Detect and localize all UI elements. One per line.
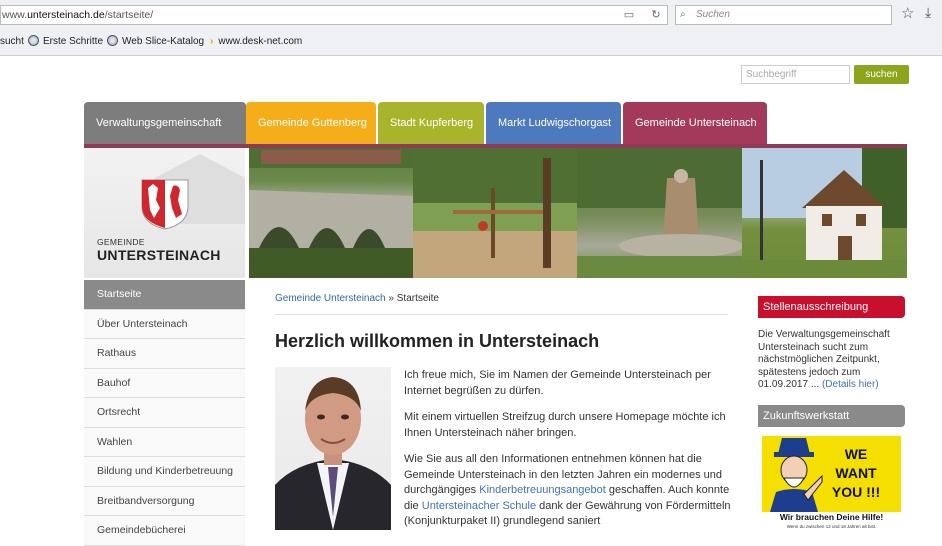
browser-search-placeholder: Suchen <box>696 9 730 20</box>
poster-subtitle: Wir brauchen Deine Hilfe! <box>779 512 884 522</box>
browser-search-input[interactable]: ⌕ Suchen <box>675 5 892 25</box>
url-path: /startseite/ <box>104 9 154 21</box>
link-untersteinacher-schule[interactable]: Untersteinacher Schule <box>422 500 536 512</box>
favorite-label: Erste Schritte <box>43 36 104 47</box>
tab-gemeinde-guttenberg[interactable]: Gemeinde Guttenberg <box>246 102 376 144</box>
favorite-label: sucht <box>0 36 24 47</box>
favorite-item[interactable]: › www.desk-net.com <box>210 31 302 53</box>
link-kinderbetreuungsangebot[interactable]: Kinderbetreuungsangebot <box>479 484 606 496</box>
url-host: untersteinach.de <box>27 9 105 21</box>
logo-untersteinach-text: UNTERSTEINACH <box>97 247 221 263</box>
favorite-label: Web Slice-Katalog <box>122 36 205 47</box>
page-title: Herzlich willkommen in Untersteinach <box>275 331 600 351</box>
sidebar-item-breitband[interactable]: Breitbandversorgung <box>84 486 245 516</box>
logo-gemeinde-text: GEMEINDE <box>97 237 145 247</box>
globe-icon <box>28 35 39 46</box>
favorites-bar: sucht Erste Schritte Web Slice-Katalog ›… <box>0 31 942 53</box>
divider <box>275 314 728 315</box>
search-icon: ⌕ <box>680 9 686 20</box>
tab-stadt-kupferberg[interactable]: Stadt Kupferberg <box>378 102 484 144</box>
header-photo-playground <box>413 148 577 278</box>
url-prefix: www. <box>2 9 28 21</box>
tab-gemeinde-untersteinach[interactable]: Gemeinde Untersteinach <box>623 102 767 144</box>
poster-line-want: WANT <box>835 465 877 481</box>
mayor-portrait <box>275 367 391 530</box>
address-bar[interactable]: www.untersteinach.de/startseite/ ▭ ↻ <box>0 5 668 25</box>
intro-paragraph-2: Mit einem virtuellen Streifzug durch uns… <box>404 411 726 439</box>
sidebar-item-ueber-untersteinach[interactable]: Über Untersteinach <box>84 309 245 339</box>
reader-view-icon[interactable]: ▭ <box>621 8 637 22</box>
breadcrumb-separator: » <box>385 293 397 304</box>
tab-markt-ludwigschorgast[interactable]: Markt Ludwigschorgast <box>486 102 621 144</box>
zukunftswerkstatt-heading: Zukunftswerkstatt <box>758 405 905 427</box>
favorite-item[interactable]: sucht <box>0 31 24 53</box>
site-search-button[interactable]: suchen <box>854 65 909 84</box>
sidebar-item-gemeindebuecherei[interactable]: Gemeindebücherei <box>84 516 245 546</box>
sidebar-item-startseite[interactable]: Startseite <box>84 280 245 310</box>
sidebar-item-rathaus[interactable]: Rathaus <box>84 339 245 369</box>
sidebar-item-bauhof[interactable]: Bauhof <box>84 368 245 398</box>
details-link[interactable]: (Details hier) <box>822 379 879 390</box>
stellenausschreibung-heading: Stellenausschreibung <box>758 296 905 318</box>
intro-paragraph-1: Ich freue mich, Sie im Namen der Gemeind… <box>404 369 711 397</box>
header-photo-bridge <box>249 148 413 278</box>
favorite-item[interactable]: Web Slice-Katalog <box>107 31 204 53</box>
sidebar-item-bildung[interactable]: Bildung und Kinderbetreuung <box>84 457 245 487</box>
chevron-icon: › <box>210 36 214 47</box>
intro-paragraph-3: Wie Sie aus all den Informationen entneh… <box>404 452 734 530</box>
globe-icon <box>107 35 118 46</box>
stellenausschreibung-text: Die Verwaltungsgemeinschaft Untersteinac… <box>758 329 908 392</box>
site-search-input[interactable]: Suchbegriff <box>741 65 850 84</box>
sidebar-item-wahlen[interactable]: Wahlen <box>84 427 245 457</box>
tab-verwaltungsgemeinschaft[interactable]: Verwaltungsgemeinschaft <box>84 102 246 144</box>
sidebar-item-ortsrecht[interactable]: Ortsrecht <box>84 398 245 428</box>
favorite-item[interactable]: Erste Schritte <box>28 31 103 53</box>
sidebar-nav: Startseite Über Untersteinach Rathaus Ba… <box>84 280 245 546</box>
downloads-icon[interactable]: ⤓ <box>925 4 931 21</box>
breadcrumb-link[interactable]: Gemeinde Untersteinach <box>275 293 386 304</box>
breadcrumb: Gemeinde Untersteinach » Startseite <box>275 293 439 304</box>
favorite-label: www.desk-net.com <box>218 36 303 47</box>
poster-line-we: WE <box>844 446 868 462</box>
poster-line-you: YOU !!! <box>831 484 881 500</box>
reload-icon[interactable]: ↻ <box>648 8 664 22</box>
breadcrumb-current: Startseite <box>396 293 439 304</box>
header-photo-townhall <box>742 148 907 278</box>
header-photo-fountain <box>577 148 742 278</box>
coat-of-arms-icon <box>141 179 189 230</box>
poster-subtitle-small: Wenn du zwischen 12 und 18 Jahren alt bi… <box>786 524 877 529</box>
bookmark-star-icon[interactable]: ☆ <box>901 4 914 22</box>
